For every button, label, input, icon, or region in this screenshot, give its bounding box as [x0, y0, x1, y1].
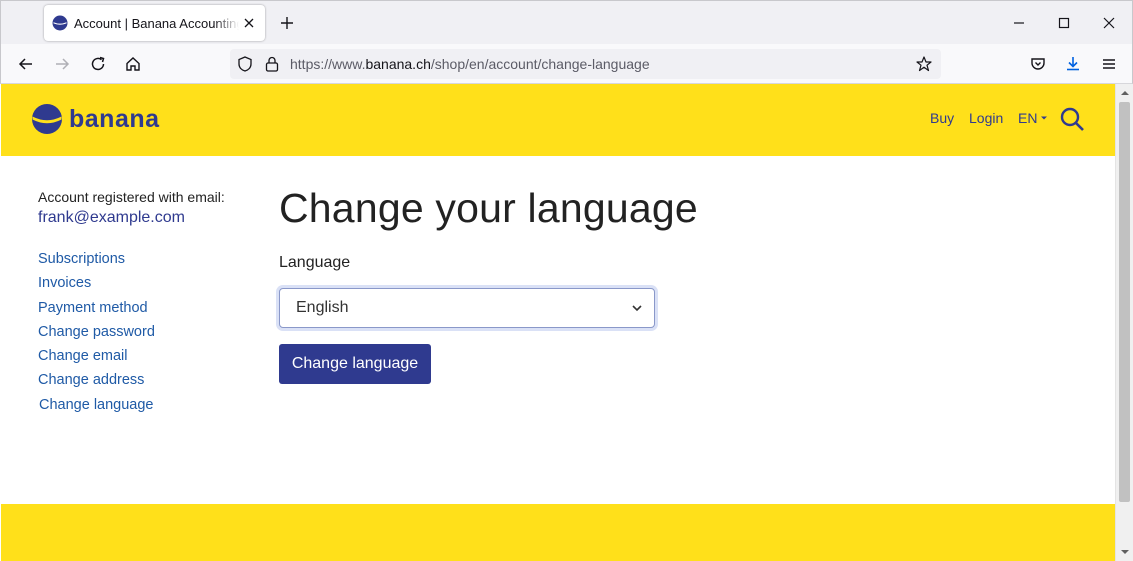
page-title: Change your language — [279, 185, 698, 231]
language-code: EN — [1018, 110, 1038, 126]
logo-text: banana — [69, 104, 160, 133]
sidebar-link-change-password[interactable]: Change password — [38, 320, 248, 344]
maximize-icon[interactable] — [1054, 13, 1074, 33]
tab-title: Account | Banana Accounting Software — [74, 15, 240, 31]
browser-tab[interactable]: Account | Banana Accounting Software — [44, 5, 265, 41]
url-text: https://www.banana.ch/shop/en/account/ch… — [290, 56, 650, 72]
search-icon[interactable] — [1059, 106, 1085, 132]
home-icon[interactable] — [123, 54, 143, 74]
download-icon[interactable] — [1063, 54, 1083, 74]
new-tab-plus-icon[interactable] — [277, 13, 297, 33]
sidebar-link-payment-method[interactable]: Payment method — [38, 296, 248, 320]
sidebar-link-change-language[interactable]: Change language — [38, 393, 248, 417]
sidebar-link-subscriptions[interactable]: Subscriptions — [38, 247, 248, 271]
language-select-value: English — [296, 299, 349, 316]
change-language-button[interactable]: Change language — [279, 344, 431, 384]
account-sidebar: Account registered with email: frank@exa… — [38, 189, 248, 417]
footer-band — [1, 504, 1115, 561]
caret-down-icon — [1041, 116, 1048, 120]
forward-arrow-icon[interactable] — [52, 54, 72, 74]
sidebar-link-change-address[interactable]: Change address — [38, 368, 248, 392]
pocket-icon[interactable] — [1028, 54, 1048, 74]
shield-icon[interactable] — [236, 55, 254, 73]
browser-tab-bar: Account | Banana Accounting Software — [0, 0, 1133, 44]
sidebar-link-invoices[interactable]: Invoices — [38, 271, 248, 295]
close-window-icon[interactable] — [1099, 13, 1119, 33]
account-label: Account registered with email: — [38, 189, 225, 205]
address-bar[interactable]: https://www.banana.ch/shop/en/account/ch… — [230, 49, 941, 79]
bookmark-star-icon[interactable] — [915, 55, 933, 73]
account-email: frank@example.com — [38, 209, 185, 226]
banana-logo[interactable]: banana — [31, 104, 160, 134]
page-scrollbar[interactable] — [1115, 84, 1133, 561]
page-viewport: banana Buy Login EN Account registered w… — [1, 84, 1115, 561]
chevron-down-icon — [632, 305, 642, 312]
lock-icon[interactable] — [264, 55, 280, 73]
minimize-icon[interactable] — [1009, 13, 1029, 33]
language-field-label: Language — [279, 254, 351, 271]
scrollbar-thumb[interactable] — [1119, 102, 1130, 502]
nav-buy-link[interactable]: Buy — [930, 110, 954, 126]
sidebar-link-change-email[interactable]: Change email — [38, 344, 248, 368]
back-arrow-icon[interactable] — [16, 54, 36, 74]
hamburger-menu-icon[interactable] — [1099, 54, 1119, 74]
site-header: banana Buy Login EN — [1, 84, 1115, 156]
language-select[interactable]: English — [279, 288, 655, 328]
tab-close-icon[interactable] — [241, 15, 257, 31]
url-host: banana.ch — [365, 56, 431, 72]
language-dropdown[interactable]: EN — [1018, 110, 1048, 126]
scroll-up-arrow-icon[interactable] — [1120, 88, 1130, 98]
url-path: /shop/en/account/change-language — [430, 56, 650, 72]
url-prefix: https://www. — [290, 56, 366, 72]
scroll-down-arrow-icon[interactable] — [1120, 547, 1130, 557]
browser-toolbar: https://www.banana.ch/shop/en/account/ch… — [0, 44, 1133, 84]
main-content: Change your language Language English Ch… — [279, 182, 879, 384]
reload-icon[interactable] — [88, 54, 108, 74]
account-nav: Subscriptions Invoices Payment method Ch… — [38, 247, 248, 417]
banana-favicon-icon — [52, 15, 68, 31]
nav-login-link[interactable]: Login — [969, 110, 1003, 126]
banana-logo-icon — [32, 104, 62, 134]
